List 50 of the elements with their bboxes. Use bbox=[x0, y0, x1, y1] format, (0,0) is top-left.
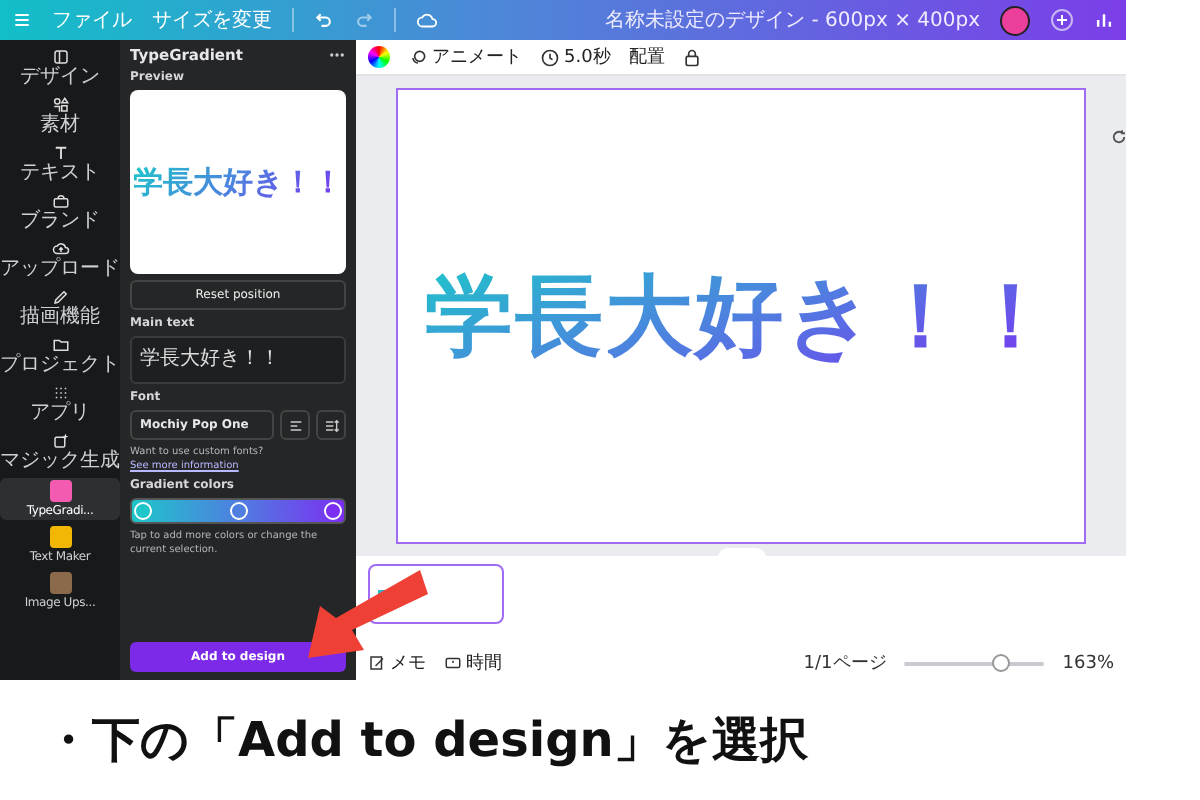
sidebar-item[interactable]: テキスト bbox=[0, 142, 120, 186]
menu-icon bbox=[12, 10, 32, 30]
text-icon bbox=[51, 144, 69, 162]
lock-icon[interactable] bbox=[682, 47, 703, 67]
timer-icon bbox=[444, 654, 462, 672]
caption-text: ・下の「Add to design」を選択 bbox=[44, 710, 808, 772]
duration-button[interactable]: 5.0秒 bbox=[540, 44, 611, 70]
sidebar-item[interactable]: アップロード bbox=[0, 238, 120, 282]
notepad-icon bbox=[368, 654, 386, 672]
spacing-button[interactable] bbox=[316, 410, 346, 440]
position-button[interactable]: 配置 bbox=[628, 44, 665, 70]
pen-icon bbox=[51, 288, 69, 306]
clock-icon bbox=[540, 47, 560, 67]
zoom-percent: 163% bbox=[1062, 653, 1114, 673]
grid-icon bbox=[51, 384, 69, 402]
sparkle-icon bbox=[51, 432, 69, 450]
color-wheel-icon[interactable] bbox=[368, 46, 390, 68]
gradient-bar[interactable] bbox=[130, 498, 346, 524]
sidebar-item[interactable]: マジック生成 bbox=[0, 430, 120, 474]
folder-icon bbox=[51, 336, 69, 354]
timer-button[interactable]: 時間 bbox=[444, 650, 502, 676]
main-text-field[interactable]: 学長大好き！！ bbox=[130, 336, 346, 384]
briefcase-icon bbox=[51, 192, 69, 210]
plus-icon[interactable] bbox=[1050, 8, 1074, 32]
notes-button[interactable]: メモ bbox=[368, 650, 426, 676]
design-title: 名称未設定のデザイン - 600px × 400px bbox=[605, 7, 980, 34]
gradient-stop-handle[interactable] bbox=[229, 502, 247, 520]
refresh-icon[interactable] bbox=[1110, 128, 1128, 146]
shapes-icon bbox=[51, 96, 69, 114]
sidebar-item[interactable]: ブランド bbox=[0, 190, 120, 234]
layout-icon bbox=[51, 48, 69, 66]
cloud-upload-icon bbox=[51, 240, 69, 258]
animate-icon bbox=[408, 47, 428, 67]
sidebar-item[interactable]: 描画機能 bbox=[0, 286, 120, 330]
align-button[interactable] bbox=[280, 410, 310, 440]
sidebar-item[interactable]: プロジェクト bbox=[0, 334, 120, 378]
avatar[interactable] bbox=[1000, 5, 1030, 35]
page-indicator: 1/1ページ bbox=[803, 652, 887, 676]
chart-icon[interactable] bbox=[1094, 10, 1114, 30]
gradient-stop-handle[interactable] bbox=[324, 502, 342, 520]
sidebar-item[interactable]: 素材 bbox=[0, 94, 120, 138]
animate-button[interactable]: アニメート bbox=[408, 44, 522, 70]
sidebar-item[interactable]: デザイン bbox=[0, 46, 120, 90]
undo-icon[interactable] bbox=[314, 10, 334, 30]
zoom-slider-thumb[interactable] bbox=[991, 653, 1010, 671]
sidebar-item[interactable]: アプリ bbox=[0, 382, 120, 426]
cloud-icon bbox=[416, 9, 438, 31]
spacing-icon bbox=[323, 417, 339, 433]
gradient-stop-handle[interactable] bbox=[134, 502, 152, 520]
align-icon bbox=[287, 417, 303, 433]
